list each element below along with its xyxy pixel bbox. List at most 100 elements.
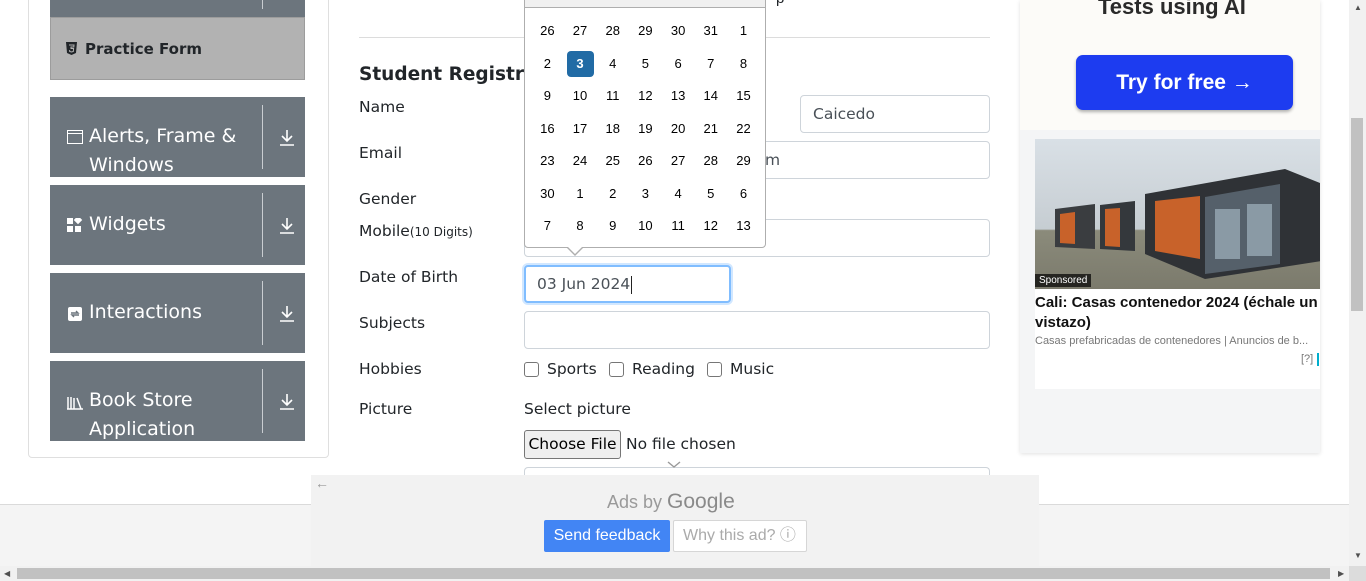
date-picker-day[interactable]: 16	[531, 116, 564, 142]
ad-image[interactable]: Sponsored ✕	[1035, 139, 1320, 289]
choose-file-button[interactable]: Choose File	[524, 430, 621, 459]
date-picker-day[interactable]: 13	[727, 213, 760, 239]
why-this-ad-button[interactable]: Why this ad? ⓘ	[673, 520, 807, 552]
picture-label: Picture	[359, 400, 413, 418]
date-picker-day[interactable]: 28	[694, 148, 727, 174]
sidebar-group-widgets[interactable]: Widgets	[50, 185, 305, 265]
date-picker-day[interactable]: 10	[629, 213, 662, 239]
last-name-value: Caicedo	[813, 105, 876, 123]
date-picker-grid: 26 27 28 29 30 31 1 2 3 4 5 6 7 8 9 10 11 12 13 14 15 16 17 18 1…	[531, 15, 761, 243]
date-picker-day[interactable]: 19	[629, 116, 662, 142]
date-picker-week: 7 8 9 10 11 12 13	[531, 210, 761, 243]
download-icon[interactable]	[279, 305, 295, 323]
download-icon[interactable]	[279, 129, 295, 147]
date-picker-day[interactable]: 15	[727, 83, 760, 109]
date-picker-day[interactable]: 6	[727, 181, 760, 207]
date-picker-day-selected[interactable]: 3	[566, 50, 594, 77]
date-picker-day[interactable]: 8	[727, 51, 760, 77]
date-picker-day[interactable]: 5	[694, 181, 727, 207]
date-picker-day[interactable]: 9	[531, 83, 564, 109]
date-picker-day[interactable]: 22	[727, 116, 760, 142]
sidebar-item-practice-form[interactable]: Practice Form	[50, 17, 305, 80]
download-icon[interactable]	[279, 393, 295, 411]
date-picker-day[interactable]: 10	[564, 83, 597, 109]
checkbox[interactable]	[524, 361, 539, 377]
send-feedback-button[interactable]: Send feedback	[544, 520, 670, 552]
hobby-sports[interactable]: Sports	[524, 360, 597, 378]
date-picker-day[interactable]: 3	[629, 181, 662, 207]
date-picker-week: 16 17 18 19 20 21 22	[531, 113, 761, 146]
email-value: m	[765, 151, 781, 169]
adchoices-icon[interactable]	[1317, 353, 1320, 366]
date-picker-day[interactable]: 26	[629, 148, 662, 174]
mobile-label: Mobile(10 Digits)	[359, 222, 473, 240]
date-picker-day[interactable]: 20	[662, 116, 695, 142]
date-picker-day[interactable]: 11	[596, 83, 629, 109]
ad-card-title[interactable]: Cali: Casas contenedor 2024 (échale un v…	[1035, 293, 1320, 333]
date-picker-day[interactable]: 1	[727, 18, 760, 44]
date-picker-day[interactable]: 12	[629, 83, 662, 109]
date-picker-day[interactable]: 13	[662, 83, 695, 109]
date-picker-day[interactable]: 18	[596, 116, 629, 142]
subjects-input[interactable]	[524, 311, 990, 349]
date-picker-day[interactable]: 4	[596, 51, 629, 77]
date-picker-day[interactable]: 27	[564, 18, 597, 44]
date-of-birth-input[interactable]: 03 Jun 2024	[524, 265, 731, 303]
date-picker-day[interactable]: 24	[564, 148, 597, 174]
horizontal-scroll-thumb[interactable]	[17, 568, 1330, 579]
hobby-label: Music	[730, 360, 775, 378]
select-picture-label: Select picture	[524, 400, 631, 418]
date-picker-day[interactable]: 12	[694, 213, 727, 239]
date-picker-day[interactable]: 27	[662, 148, 695, 174]
date-picker-day[interactable]: 4	[662, 181, 695, 207]
scroll-left-arrow[interactable]: ◀	[4, 569, 10, 578]
sidebar-group-alerts[interactable]: Alerts, Frame & Windows	[50, 97, 305, 177]
try-free-button[interactable]: Try for free →	[1076, 55, 1293, 110]
date-picker-day[interactable]: 28	[596, 18, 629, 44]
ads-by-google: Ads by Google	[607, 490, 735, 514]
sidebar-group-interactions[interactable]: Interactions	[50, 273, 305, 353]
sidebar-group-label: Windows	[89, 154, 174, 176]
sidebar-group-top-partial[interactable]	[50, 0, 305, 17]
vertical-scrollbar[interactable]: ▲ ▼	[1349, 0, 1366, 566]
date-picker-day[interactable]: 6	[662, 51, 695, 77]
last-name-input[interactable]: Caicedo	[800, 95, 990, 133]
date-picker-day[interactable]: 5	[629, 51, 662, 77]
horizontal-scrollbar[interactable]: ◀ ▶	[0, 566, 1349, 581]
date-picker-day[interactable]: 8	[564, 213, 597, 239]
date-picker-day[interactable]: 29	[727, 148, 760, 174]
ad-card-subtitle[interactable]: Casas prefabricadas de contenedores | An…	[1035, 335, 1320, 347]
date-picker-day[interactable]: 29	[629, 18, 662, 44]
checkbox[interactable]	[609, 361, 624, 377]
hobby-music[interactable]: Music	[707, 360, 774, 378]
date-picker-day[interactable]: 9	[596, 213, 629, 239]
date-picker-day[interactable]: 11	[662, 213, 695, 239]
hobby-reading[interactable]: Reading	[609, 360, 695, 378]
date-picker-day[interactable]: 23	[531, 148, 564, 174]
date-picker-day[interactable]: 1	[564, 181, 597, 207]
ad-card[interactable]: Sponsored ✕ Cali: Casas contenedor 2024 …	[1035, 139, 1320, 389]
top-partial-text: p	[776, 0, 784, 7]
date-picker-day[interactable]: 14	[694, 83, 727, 109]
back-arrow-icon[interactable]: ←	[315, 475, 329, 491]
vertical-scroll-thumb[interactable]	[1351, 118, 1363, 311]
scroll-right-arrow[interactable]: ▶	[1338, 569, 1344, 578]
scroll-up-arrow[interactable]: ▲	[1354, 3, 1362, 12]
date-picker-day[interactable]: 26	[531, 18, 564, 44]
date-picker-day[interactable]: 21	[694, 116, 727, 142]
address-input[interactable]	[524, 467, 990, 475]
date-picker-day[interactable]: 2	[596, 181, 629, 207]
date-picker-day[interactable]: 30	[662, 18, 695, 44]
scroll-down-arrow[interactable]: ▼	[1354, 551, 1362, 560]
date-picker-day[interactable]: 17	[564, 116, 597, 142]
checkbox[interactable]	[707, 361, 722, 377]
date-picker-day[interactable]: 25	[596, 148, 629, 174]
date-picker-day[interactable]: 30	[531, 181, 564, 207]
ad-info-link[interactable]: [?]	[1301, 353, 1313, 365]
date-picker-day[interactable]: 31	[694, 18, 727, 44]
sidebar-group-book-store[interactable]: Book Store Application	[50, 361, 305, 441]
download-icon[interactable]	[279, 217, 295, 235]
date-picker-day[interactable]: 7	[531, 213, 564, 239]
date-picker-day[interactable]: 2	[531, 51, 564, 77]
date-picker-day[interactable]: 7	[694, 51, 727, 77]
